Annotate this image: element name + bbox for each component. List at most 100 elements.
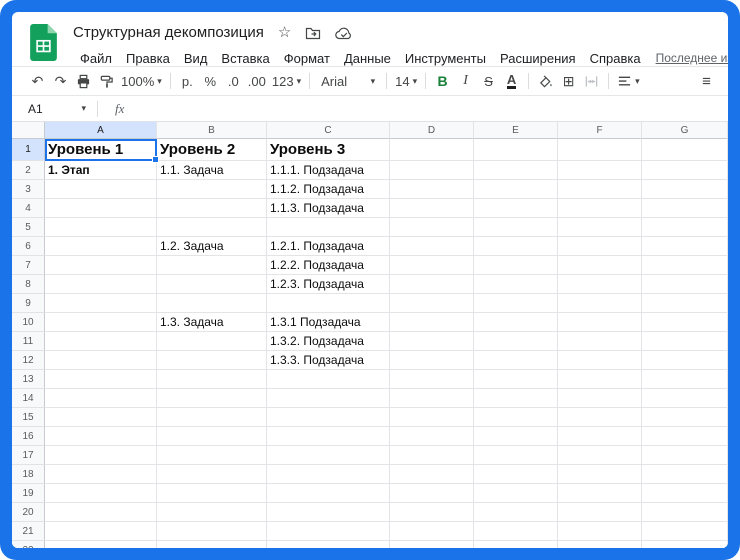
cell-C15[interactable]	[267, 408, 390, 427]
cell-B18[interactable]	[157, 465, 267, 484]
cell-D3[interactable]	[390, 180, 474, 199]
cell-F16[interactable]	[558, 427, 642, 446]
cell-F17[interactable]	[558, 446, 642, 465]
cell-B11[interactable]	[157, 332, 267, 351]
cell-C10[interactable]: 1.3.1 Подзадача	[267, 313, 390, 332]
cell-B5[interactable]	[157, 218, 267, 237]
cell-A9[interactable]	[45, 294, 157, 313]
menu-format[interactable]: Формат	[277, 49, 337, 68]
cell-G11[interactable]	[642, 332, 728, 351]
cell-B6[interactable]: 1.2. Задача	[157, 237, 267, 256]
cell-D10[interactable]	[390, 313, 474, 332]
cell-E4[interactable]	[474, 199, 558, 218]
row-header-17[interactable]: 17	[12, 446, 45, 465]
cell-G22[interactable]	[642, 541, 728, 548]
cell-E20[interactable]	[474, 503, 558, 522]
cell-C3[interactable]: 1.1.2. Подзадача	[267, 180, 390, 199]
row-header-16[interactable]: 16	[12, 427, 45, 446]
font-size-select[interactable]: 14 ▾	[392, 69, 420, 93]
cell-C5[interactable]	[267, 218, 390, 237]
row-header-20[interactable]: 20	[12, 503, 45, 522]
cell-E22[interactable]	[474, 541, 558, 548]
cell-B3[interactable]	[157, 180, 267, 199]
row-header-2[interactable]: 2	[12, 161, 45, 180]
name-box[interactable]: A1 ▾	[12, 102, 92, 116]
cell-A22[interactable]	[45, 541, 157, 548]
select-all-corner[interactable]	[12, 122, 45, 139]
cell-F18[interactable]	[558, 465, 642, 484]
column-header-C[interactable]: C	[267, 122, 390, 139]
cell-B1[interactable]: Уровень 2	[157, 139, 267, 161]
cell-C18[interactable]	[267, 465, 390, 484]
row-header-13[interactable]: 13	[12, 370, 45, 389]
cell-C16[interactable]	[267, 427, 390, 446]
cell-A16[interactable]	[45, 427, 157, 446]
cell-G8[interactable]	[642, 275, 728, 294]
cell-F13[interactable]	[558, 370, 642, 389]
cell-A10[interactable]	[45, 313, 157, 332]
cell-E3[interactable]	[474, 180, 558, 199]
cell-G6[interactable]	[642, 237, 728, 256]
cell-C4[interactable]: 1.1.3. Подзадача	[267, 199, 390, 218]
cell-D7[interactable]	[390, 256, 474, 275]
cell-B2[interactable]: 1.1. Задача	[157, 161, 267, 180]
cell-B14[interactable]	[157, 389, 267, 408]
cell-A7[interactable]	[45, 256, 157, 275]
cell-E16[interactable]	[474, 427, 558, 446]
zoom-select[interactable]: 100% ▾	[118, 69, 165, 93]
cell-E17[interactable]	[474, 446, 558, 465]
cell-A15[interactable]	[45, 408, 157, 427]
menu-help[interactable]: Справка	[583, 49, 648, 68]
cell-F3[interactable]	[558, 180, 642, 199]
paint-format-button[interactable]	[95, 69, 118, 93]
cell-E1[interactable]	[474, 139, 558, 161]
menu-view[interactable]: Вид	[177, 49, 215, 68]
cell-E7[interactable]	[474, 256, 558, 275]
text-color-button[interactable]: A	[500, 69, 523, 93]
cell-D19[interactable]	[390, 484, 474, 503]
row-header-21[interactable]: 21	[12, 522, 45, 541]
cell-C12[interactable]: 1.3.3. Подзадача	[267, 351, 390, 370]
row-header-3[interactable]: 3	[12, 180, 45, 199]
cell-C22[interactable]	[267, 541, 390, 548]
row-header-11[interactable]: 11	[12, 332, 45, 351]
cell-A14[interactable]	[45, 389, 157, 408]
cell-C13[interactable]	[267, 370, 390, 389]
cell-E15[interactable]	[474, 408, 558, 427]
cell-B10[interactable]: 1.3. Задача	[157, 313, 267, 332]
cell-A19[interactable]	[45, 484, 157, 503]
cell-D18[interactable]	[390, 465, 474, 484]
column-header-A[interactable]: A	[45, 122, 157, 139]
cell-G7[interactable]	[642, 256, 728, 275]
cell-G15[interactable]	[642, 408, 728, 427]
merge-cells-button[interactable]	[580, 69, 603, 93]
cell-A6[interactable]	[45, 237, 157, 256]
cell-G3[interactable]	[642, 180, 728, 199]
menu-data[interactable]: Данные	[337, 49, 398, 68]
cell-C19[interactable]	[267, 484, 390, 503]
last-edit-link[interactable]: Последнее изменен	[648, 51, 728, 65]
column-header-D[interactable]: D	[390, 122, 474, 139]
fill-color-button[interactable]	[534, 69, 557, 93]
cell-A3[interactable]	[45, 180, 157, 199]
cell-F7[interactable]	[558, 256, 642, 275]
row-header-19[interactable]: 19	[12, 484, 45, 503]
row-header-1[interactable]: 1	[12, 139, 45, 161]
cell-E19[interactable]	[474, 484, 558, 503]
cell-B22[interactable]	[157, 541, 267, 548]
undo-button[interactable]: ↶	[26, 69, 49, 93]
row-header-5[interactable]: 5	[12, 218, 45, 237]
cell-C11[interactable]: 1.3.2. Подзадача	[267, 332, 390, 351]
row-header-18[interactable]: 18	[12, 465, 45, 484]
cell-E10[interactable]	[474, 313, 558, 332]
row-header-4[interactable]: 4	[12, 199, 45, 218]
cell-F14[interactable]	[558, 389, 642, 408]
cell-G2[interactable]	[642, 161, 728, 180]
cell-F22[interactable]	[558, 541, 642, 548]
cell-G21[interactable]	[642, 522, 728, 541]
cell-F2[interactable]	[558, 161, 642, 180]
cell-G5[interactable]	[642, 218, 728, 237]
cell-G16[interactable]	[642, 427, 728, 446]
decrease-decimal-button[interactable]: .0	[222, 69, 245, 93]
fill-handle[interactable]	[152, 156, 159, 163]
